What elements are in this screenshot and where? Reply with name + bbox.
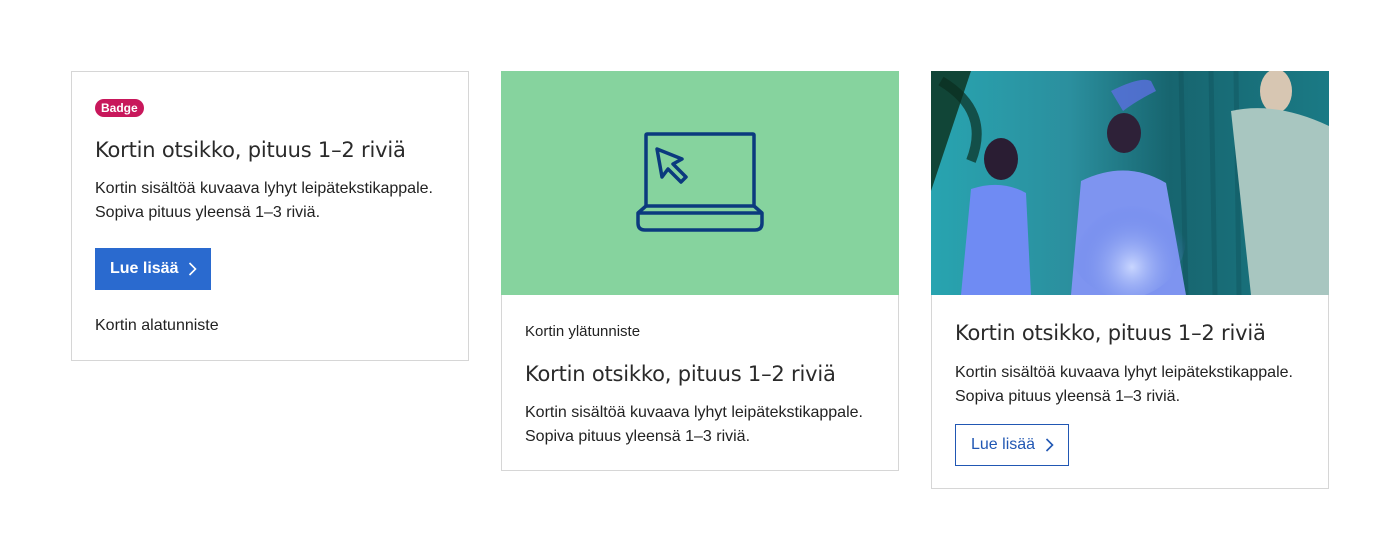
card-with-icon-media: Kortin ylätunniste Kortin otsikko, pituu…	[501, 71, 899, 471]
read-more-label: Lue lisää	[971, 436, 1036, 453]
card-overline: Kortin ylätunniste	[525, 323, 641, 340]
read-more-label: Lue lisää	[110, 260, 179, 277]
dancing-people-photo	[931, 71, 1329, 295]
read-more-button[interactable]: Lue lisää	[955, 424, 1070, 466]
card-body-text: Kortin sisältöä kuvaava lyhyt leipätekst…	[525, 404, 863, 445]
card-with-photo: Kortin otsikko, pituus 1–2 riviä Kortin …	[931, 71, 1329, 489]
card-title: Kortin otsikko, pituus 1–2 riviä	[955, 321, 1266, 345]
card-title: Kortin otsikko, pituus 1–2 riviä	[525, 362, 836, 386]
badge: Badge	[95, 99, 144, 117]
card-title: Kortin otsikko, pituus 1–2 riviä	[95, 138, 406, 162]
card-body-text: Kortin sisältöä kuvaava lyhyt leipätekst…	[95, 180, 433, 221]
laptop-cursor-icon	[636, 132, 764, 232]
chevron-right-icon	[1045, 438, 1054, 452]
card-media	[501, 71, 899, 295]
card-body-text: Kortin sisältöä kuvaava lyhyt leipätekst…	[955, 364, 1293, 405]
card-with-badge: Badge Kortin otsikko, pituus 1–2 riviä K…	[71, 71, 469, 361]
read-more-button[interactable]: Lue lisää	[95, 248, 212, 290]
chevron-right-icon	[188, 262, 198, 276]
card-footer: Kortin alatunniste	[95, 317, 219, 334]
